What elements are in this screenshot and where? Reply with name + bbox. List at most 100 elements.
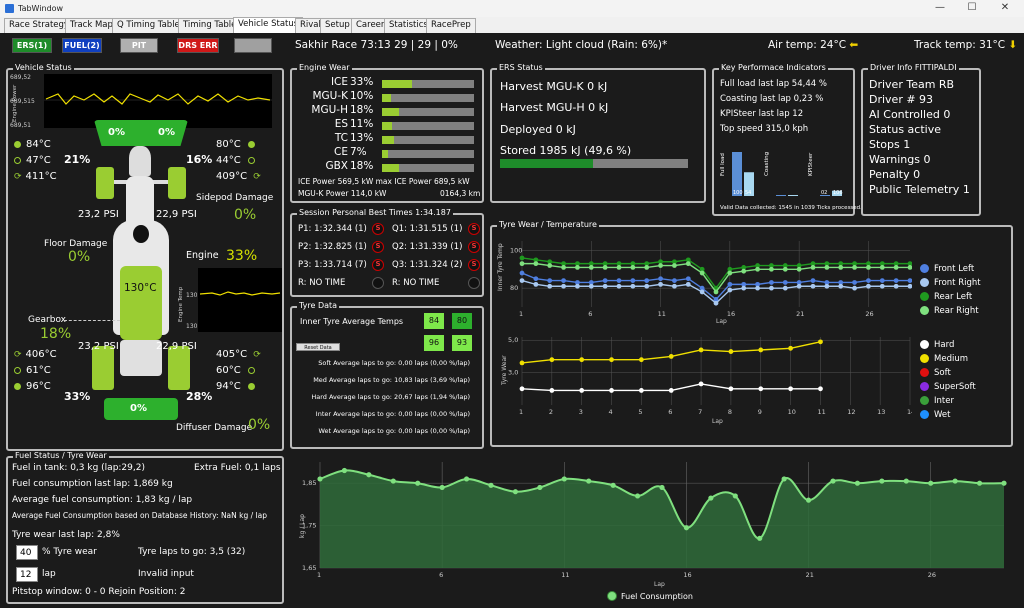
cockpit [133, 225, 149, 243]
kpi-bar [788, 195, 798, 196]
pit-button[interactable]: PIT [120, 38, 158, 53]
maximize-button[interactable]: ☐ [957, 2, 987, 13]
data-point [879, 283, 885, 289]
data-point [602, 265, 608, 270]
data-point [708, 495, 714, 501]
data-point [668, 388, 674, 393]
data-point [588, 283, 594, 289]
empty-sector-icon [468, 277, 480, 289]
driver-info-line: Driver Team RB [869, 78, 955, 91]
data-point [630, 265, 636, 270]
data-point [685, 276, 691, 282]
data-point [769, 266, 774, 272]
y-tick: 1,65 [302, 564, 316, 572]
data-point [672, 278, 677, 283]
data-point [928, 480, 934, 486]
fl-temp-3-value: 411°C [25, 171, 57, 182]
legend-dot-icon [920, 368, 929, 377]
data-point [907, 265, 912, 270]
legend-item: Inter [920, 396, 954, 406]
engine-wear-panel: Engine Wear ICE 33% MGU-K 10% MGU-H 18% ES 11% T… [290, 63, 484, 203]
data-point [488, 482, 494, 488]
tab-timing-table[interactable]: Timing Table [178, 18, 242, 33]
data-point [588, 265, 594, 270]
y-tick: 80 [510, 284, 518, 292]
driver-info-line: Status active [869, 123, 941, 136]
reset-data-button[interactable]: Reset Data [296, 343, 340, 351]
data-point [547, 263, 553, 268]
status-ring-icon [247, 366, 255, 374]
fuel-legend: Fuel Consumption [621, 592, 693, 601]
data-point [713, 300, 719, 306]
fl-temp-1-value: 84°C [26, 139, 51, 150]
data-point [782, 266, 788, 272]
pb-time-b: R: NO TIME [392, 278, 440, 288]
fr-temp-3-value: 409°C [216, 171, 248, 182]
fuel-in-tank: Fuel in tank: 0,3 kg (lap:29,2) [12, 463, 145, 473]
rl-temp-1-value: 406°C [25, 349, 57, 360]
ers-button[interactable]: ERS(1) [12, 38, 52, 53]
minimize-button[interactable]: — [925, 2, 955, 13]
tab-vehicle-status[interactable]: Vehicle Status [233, 17, 304, 33]
rl-temp-2: 61°C [14, 365, 51, 376]
rl-wear: 33% [64, 390, 91, 403]
y-tick: 1,85 [302, 479, 316, 487]
tab-raceprep[interactable]: RacePrep [426, 18, 476, 33]
engine-wear-name: CE [334, 146, 348, 158]
x-tick: 1 [519, 408, 523, 416]
x-tick: 1 [317, 571, 321, 579]
tab-race-strategy[interactable]: Race Strategy [4, 18, 74, 33]
data-point [672, 263, 677, 268]
gearbox-label: Gearbox [28, 315, 66, 325]
bottom-xlabel: Lap [712, 418, 723, 425]
data-point [630, 283, 636, 289]
engine-wear-bar [382, 136, 474, 144]
data-point [549, 388, 555, 393]
sector-icon: S [372, 241, 384, 253]
data-point [533, 281, 539, 287]
tyre-avg-line: Med Average laps to go: 10,83 laps (3,69… [313, 376, 470, 384]
y-tick: 5,0 [508, 336, 518, 344]
x-tick: 10 [788, 408, 796, 416]
data-point [852, 285, 857, 291]
data-point [838, 283, 844, 289]
blank-button[interactable] [234, 38, 272, 53]
legend-dot-icon [920, 264, 929, 273]
fuel-button[interactable]: FUEL(2) [62, 38, 102, 53]
legend-label: SuperSoft [934, 382, 976, 392]
engine-wear-fill [382, 150, 389, 158]
legend-dot-icon [920, 410, 929, 419]
air-temp-text: Air temp: 24°C [768, 39, 847, 51]
data-point [713, 289, 719, 295]
legend-item: Rear Left [920, 292, 972, 302]
tyre-data-panel: Tyre Data Inner Tyre Average Temps 84 80… [290, 301, 484, 449]
data-point [616, 278, 622, 283]
tyre-wear-pct-input[interactable]: 40 [16, 545, 38, 560]
data-point [866, 265, 871, 270]
tyre-laps-to-go: Tyre laps to go: 3,5 (32) [138, 547, 246, 557]
legend-dot-icon [920, 278, 929, 287]
tab-q-timing-table[interactable]: Q Timing Table [112, 18, 185, 33]
data-point [866, 283, 871, 289]
panel-title: Engine Wear [297, 63, 352, 72]
engine-wear-pct: 10% [350, 90, 374, 102]
data-point [893, 265, 899, 270]
legend-dot-icon [920, 354, 929, 363]
engine-wear-bar [382, 80, 474, 88]
data-point [659, 484, 665, 491]
lap-input[interactable]: 12 [16, 567, 38, 582]
data-point [658, 263, 663, 268]
engine-wear-pct: 33% [350, 76, 374, 88]
close-button[interactable]: ✕ [990, 2, 1020, 13]
data-point [512, 489, 519, 495]
data-point [519, 360, 525, 366]
inner-temp-fr: 80 [452, 313, 472, 329]
tab-setup[interactable]: Setup [320, 18, 355, 33]
drs-button[interactable]: DRS ERR [177, 38, 219, 53]
data-point [866, 278, 871, 283]
driver-info-line: Penalty 0 [869, 168, 921, 181]
data-point [838, 265, 844, 270]
legend-item: Rear Right [920, 306, 979, 316]
data-point [561, 265, 566, 270]
tab-track-map[interactable]: Track Map [65, 18, 118, 33]
